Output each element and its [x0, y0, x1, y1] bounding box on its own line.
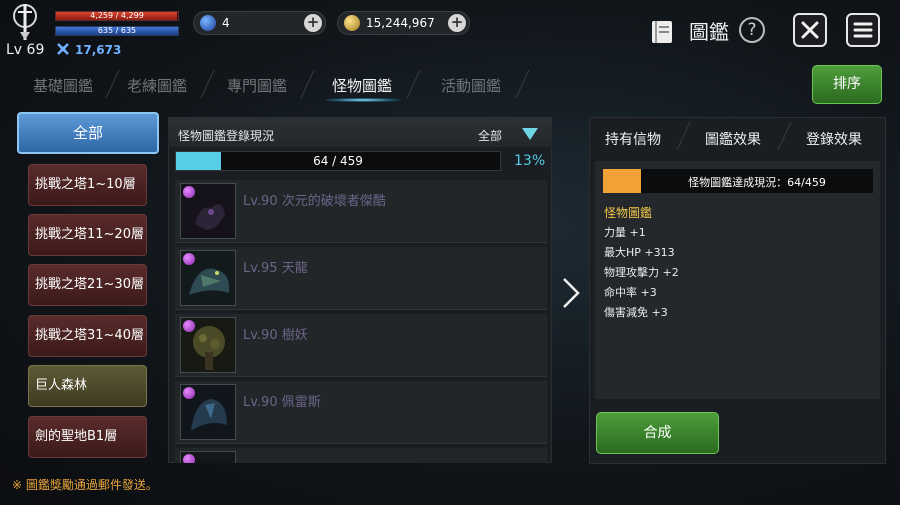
- tab-expert[interactable]: 專門圖鑑: [227, 75, 287, 96]
- dropdown-arrow-icon[interactable]: [522, 128, 538, 140]
- list-item[interactable]: Lv.95 天龍: [175, 247, 547, 310]
- add-gold-button[interactable]: +: [448, 14, 466, 32]
- achievement-progress-text: 怪物圖鑑達成現況：64/459: [688, 176, 826, 189]
- monster-name: Lv.95 天龍: [243, 261, 308, 276]
- hp-bar: 4,259 / 4,299: [55, 11, 179, 21]
- monster-portrait: [180, 451, 236, 463]
- collection-percent: 13%: [514, 153, 546, 169]
- rarity-gem-icon: [183, 387, 195, 399]
- gem-resource: 4 +: [193, 11, 326, 35]
- sort-button[interactable]: 排序: [812, 65, 882, 104]
- hp-text: 4,259 / 4,299: [90, 11, 144, 20]
- tab-monster[interactable]: 怪物圖鑑: [332, 75, 392, 96]
- monster-name: Lv.90 次元的破壞者傑酷: [243, 194, 386, 209]
- combat-power-value: 17,673: [75, 43, 122, 57]
- effect-line: 命中率 +3: [604, 286, 657, 299]
- effect-line: 力量 +1: [604, 226, 646, 239]
- effect-line: 物理攻擊力 +2: [604, 266, 679, 279]
- monster-list: Lv.90 次元的破壞者傑酷 Lv.95 天龍 Lv.90 樹妖 Lv.90 佩…: [168, 178, 552, 463]
- effect-section-title: 怪物圖鑑: [604, 206, 653, 220]
- gem-count: 4: [222, 16, 230, 30]
- tab-basic[interactable]: 基礎圖鑑: [33, 75, 93, 96]
- achievement-progress-fill: [603, 169, 641, 193]
- monster-portrait: [180, 183, 236, 239]
- tab-event[interactable]: 活動圖鑑: [441, 75, 501, 96]
- category-tower-21-30[interactable]: 挑戰之塔21~30層: [28, 264, 147, 306]
- filter-dropdown[interactable]: 全部: [478, 127, 502, 144]
- close-icon: [801, 21, 819, 39]
- category-giant-forest[interactable]: 巨人森林: [28, 365, 147, 407]
- blue-gem-icon: [200, 15, 216, 31]
- list-item[interactable]: Lv.90 樹妖: [175, 314, 547, 377]
- tab-veteran[interactable]: 老練圖鑑: [127, 75, 187, 96]
- class-emblem-icon: [13, 4, 37, 40]
- help-button[interactable]: ?: [739, 17, 765, 43]
- mp-text: 635 / 635: [97, 26, 137, 35]
- close-button[interactable]: [793, 13, 827, 47]
- rarity-gem-icon: [183, 454, 195, 463]
- category-tower-11-20[interactable]: 挑戰之塔11~20層: [28, 214, 147, 256]
- player-level: Lv 69: [6, 42, 45, 58]
- category-tower-31-40[interactable]: 挑戰之塔31~40層: [28, 315, 147, 357]
- effects-content: [595, 161, 880, 399]
- rarity-gem-icon: [183, 186, 195, 198]
- rarity-gem-icon: [183, 253, 195, 265]
- tab-collection-effects[interactable]: 圖鑑效果: [705, 129, 761, 149]
- gold-resource: 15,244,967 +: [337, 11, 470, 35]
- menu-button[interactable]: [846, 13, 880, 47]
- mp-bar: 635 / 635: [55, 26, 179, 36]
- monster-portrait: [180, 250, 236, 306]
- gold-coin-icon: [344, 15, 360, 31]
- book-icon: [652, 21, 672, 43]
- page-title: 圖鑑: [689, 20, 729, 44]
- effect-line: 傷害減免 +3: [604, 306, 668, 319]
- category-all-button[interactable]: 全部: [17, 112, 159, 154]
- active-tab-indicator: [325, 98, 401, 102]
- list-item[interactable]: Lv.90 佩雷斯: [175, 381, 547, 444]
- tab-owned-tokens[interactable]: 持有信物: [605, 129, 661, 149]
- collection-progress-text: 64 / 459: [313, 154, 363, 168]
- menu-icon: [853, 22, 873, 38]
- monster-portrait: [180, 317, 236, 373]
- effect-line: 最大HP +313: [604, 246, 675, 259]
- collection-status-title: 怪物圖鑑登錄現況: [178, 129, 275, 143]
- chevron-right-icon[interactable]: [560, 276, 582, 310]
- monster-name: Lv.90 佩雷斯: [243, 395, 321, 410]
- list-item[interactable]: Lv.90 次元的破壞者傑酷: [175, 180, 547, 243]
- add-gems-button[interactable]: +: [304, 14, 322, 32]
- monster-portrait: [180, 384, 236, 440]
- gold-count: 15,244,967: [366, 16, 435, 30]
- synthesize-button[interactable]: 合成: [596, 412, 719, 454]
- category-tower-1-10[interactable]: 挑戰之塔1~10層: [28, 164, 147, 206]
- combat-power-icon: [57, 43, 69, 55]
- monster-name: Lv.90 樹妖: [243, 328, 308, 343]
- tab-registration-effects[interactable]: 登錄效果: [806, 129, 862, 149]
- rarity-gem-icon: [183, 320, 195, 332]
- list-item[interactable]: [175, 448, 547, 463]
- category-sword-sanctuary-b1[interactable]: 劍的聖地B1層: [28, 416, 147, 458]
- mail-reward-notice: ※ 圖鑑獎勵通過郵件發送。: [12, 478, 158, 492]
